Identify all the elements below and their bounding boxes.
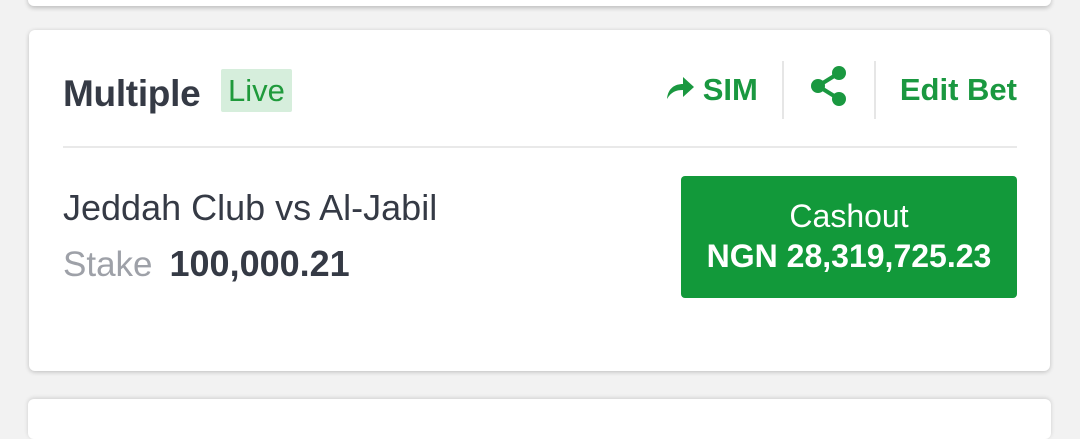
- sim-button[interactable]: SIM: [665, 71, 782, 109]
- stake-value: 100,000.21: [169, 243, 350, 284]
- share-button[interactable]: [784, 64, 874, 116]
- live-status-badge: Live: [221, 69, 292, 112]
- bet-type-title: Multiple: [63, 73, 201, 114]
- bet-actions: SIM Edit Bet: [665, 61, 1017, 119]
- bet-card: Multiple Live SIM Edit Bet Jeddah Club v…: [29, 30, 1050, 371]
- stake-row: Stake 100,000.21: [63, 243, 350, 285]
- bet-card-header: Multiple Live SIM Edit Bet: [63, 61, 1017, 119]
- next-bet-card: [28, 399, 1051, 439]
- forward-arrow-icon: [665, 71, 703, 109]
- share-icon: [808, 64, 850, 116]
- cashout-button[interactable]: Cashout NGN 28,319,725.23: [681, 176, 1017, 298]
- stake-label: Stake: [63, 245, 153, 284]
- cashout-label: Cashout: [789, 198, 909, 234]
- previous-bet-card: [28, 0, 1051, 6]
- sim-label: SIM: [702, 72, 758, 107]
- match-name: Jeddah Club vs Al-Jabil: [63, 187, 438, 228]
- cashout-amount: NGN 28,319,725.23: [706, 238, 992, 274]
- edit-bet-button[interactable]: Edit Bet: [876, 72, 1017, 108]
- header-divider: [63, 146, 1017, 148]
